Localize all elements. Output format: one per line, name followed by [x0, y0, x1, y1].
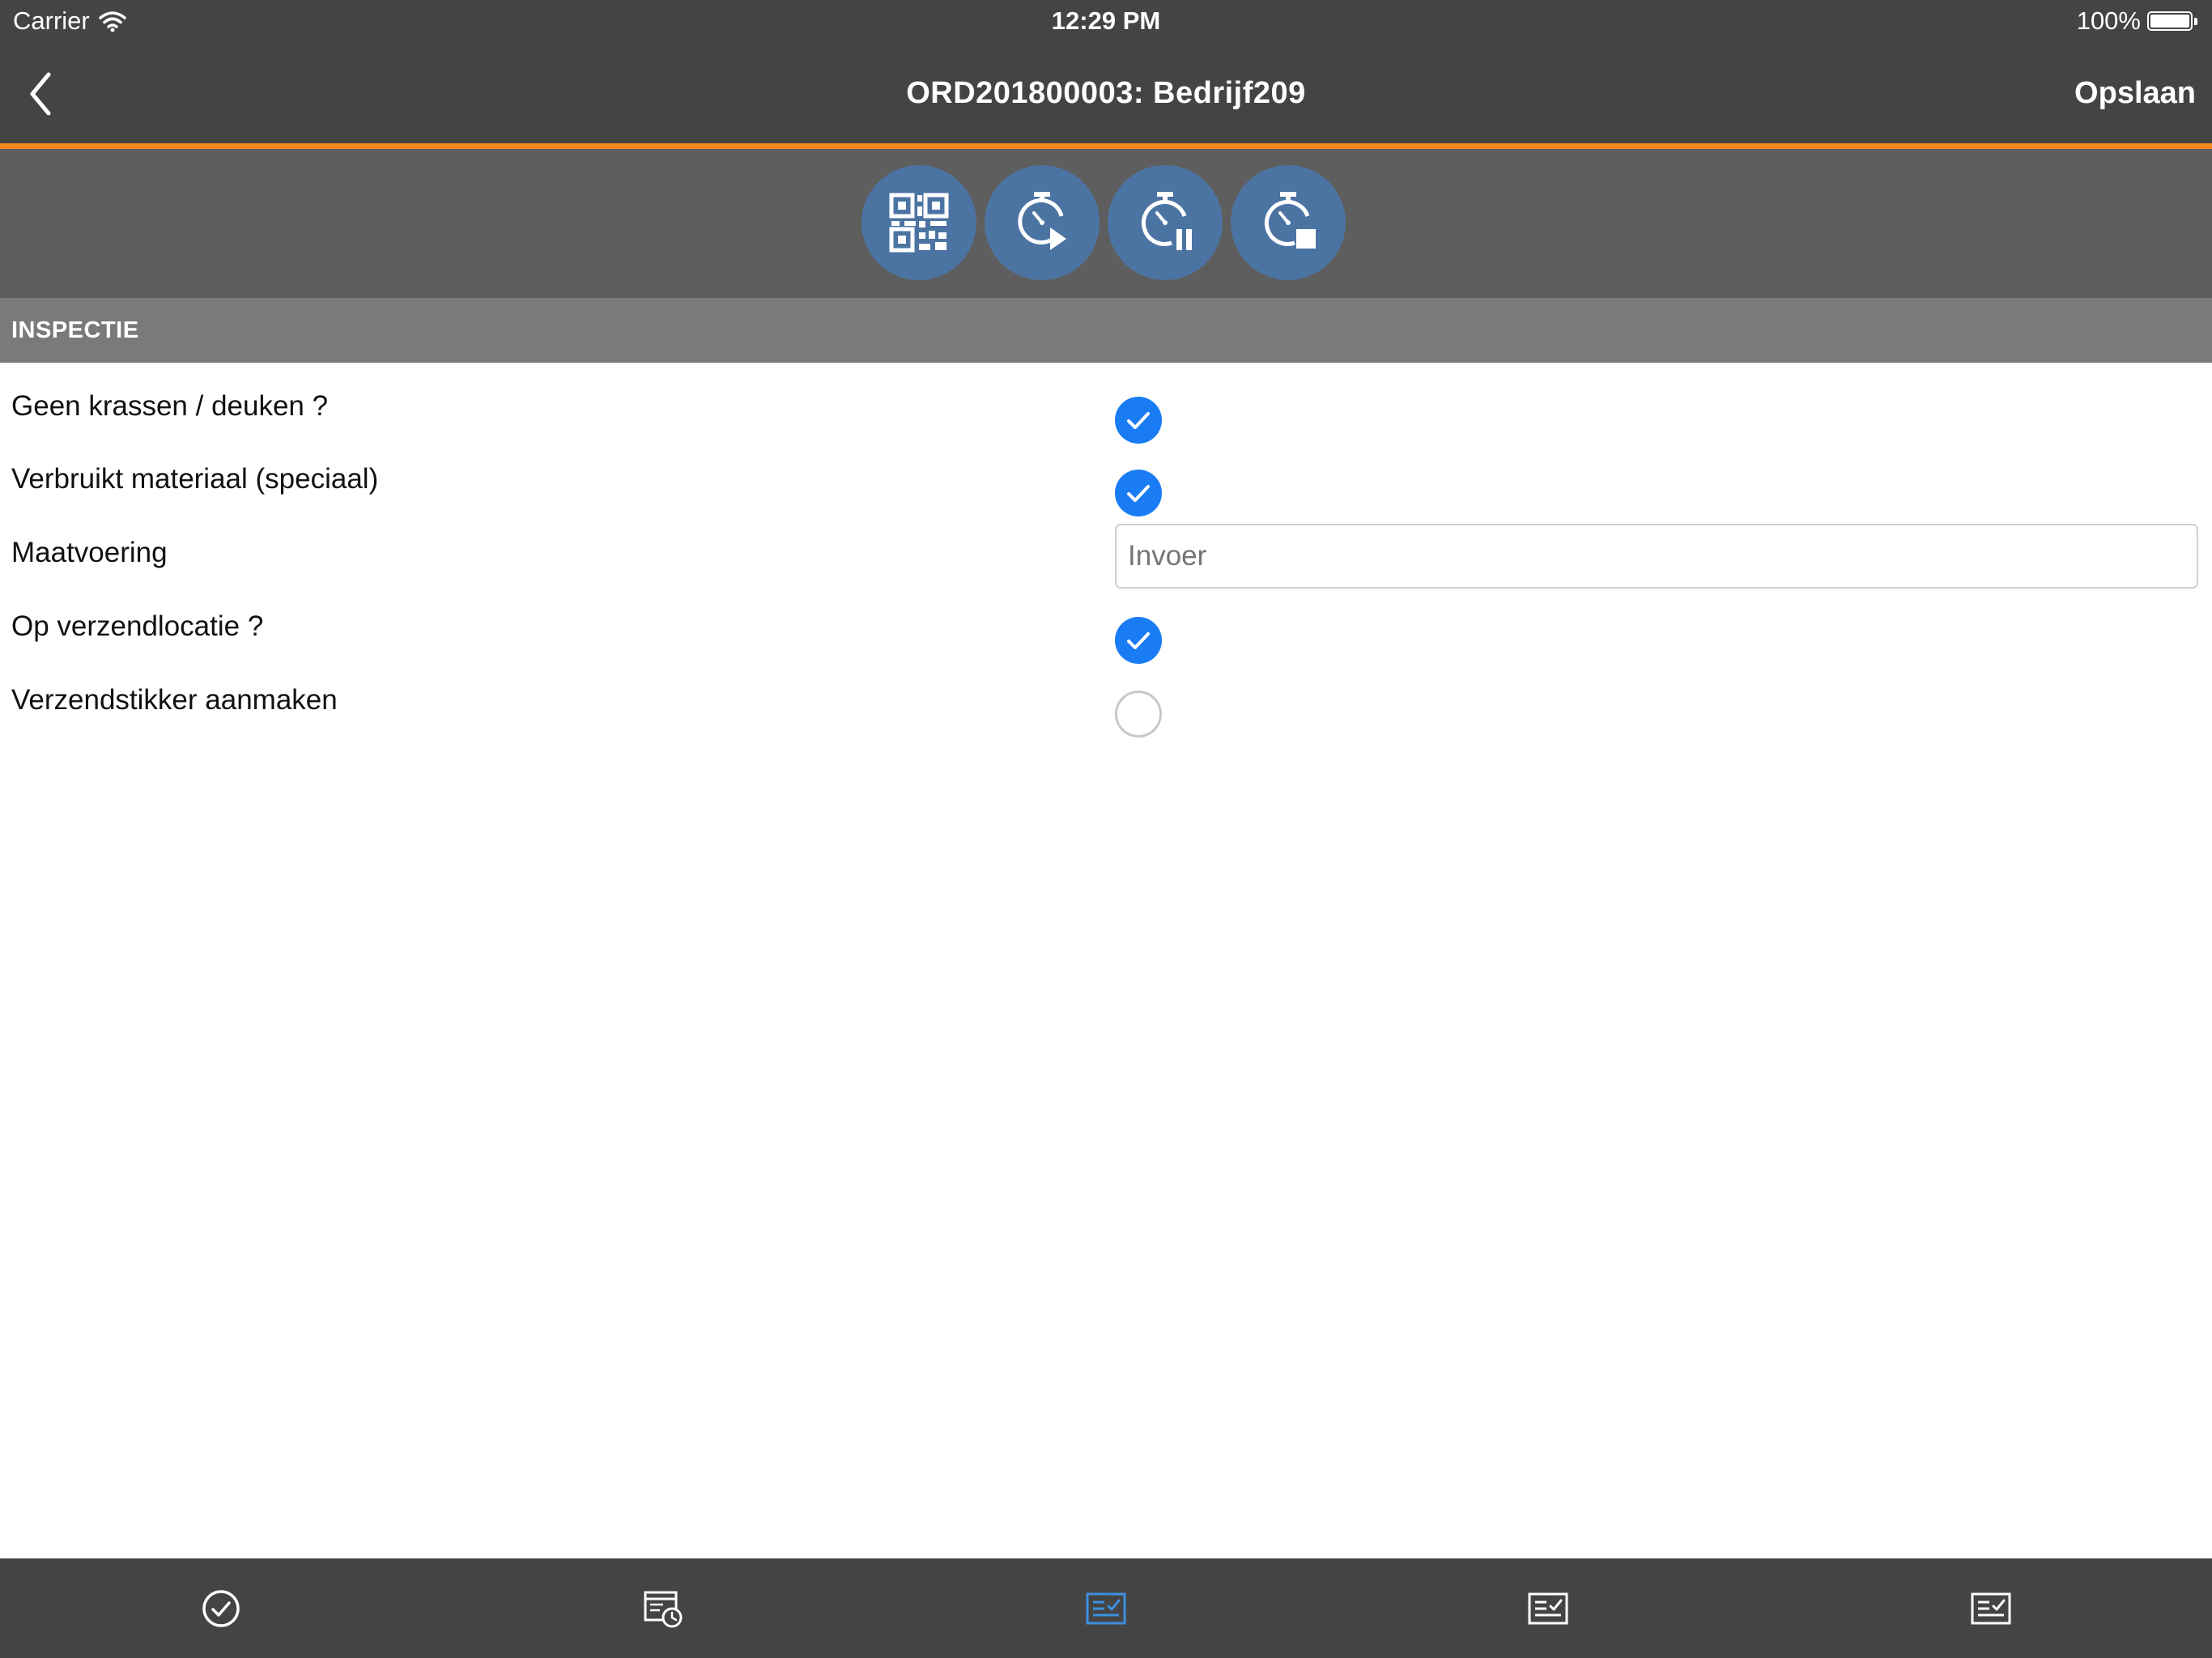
checklist-icon [1528, 1592, 1568, 1625]
qr-code-icon [889, 193, 949, 253]
stopwatch-start-icon [1018, 192, 1066, 250]
checkbox-geen-krassen[interactable] [1115, 397, 1162, 444]
maatvoering-input[interactable] [1115, 524, 2198, 589]
save-button[interactable]: Opslaan [2074, 76, 2196, 111]
form-label: Verbruikt materiaal (speciaal) [11, 463, 379, 495]
pause-timer-button[interactable] [1108, 165, 1223, 280]
tab-bar [0, 1558, 2212, 1658]
tab-5[interactable] [1770, 1558, 2212, 1658]
tab-2[interactable] [442, 1558, 884, 1658]
section-header: INSPECTIE [0, 298, 2212, 363]
status-battery-group: 100% [2077, 6, 2199, 36]
checkmark-icon [1127, 632, 1150, 649]
form-label: Maatvoering [11, 537, 168, 568]
form-label: Geen krassen / deuken ? [11, 390, 329, 422]
start-timer-button[interactable] [985, 165, 1100, 280]
battery-icon [2147, 10, 2199, 32]
status-bar: Carrier 12:29 PM 100% [0, 0, 2212, 45]
section-title: INSPECTIE [11, 317, 139, 343]
checkmark-icon [1127, 485, 1150, 502]
checkmark-circle-icon [202, 1590, 240, 1627]
navigation-bar: ORD201800003: Bedrijf209 Opslaan [0, 45, 2212, 149]
form-label: Op verzendlocatie ? [11, 610, 264, 642]
status-time: 12:29 PM [1051, 6, 1161, 35]
form-row-verzendstikker: Verzendstikker aanmaken [0, 668, 2212, 741]
stopwatch-stop-icon [1264, 192, 1316, 249]
action-toolbar [0, 149, 2212, 298]
checkbox-op-verzendlocatie[interactable] [1115, 617, 1162, 664]
form-row-geen-krassen: Geen krassen / deuken ? [0, 374, 2212, 447]
checkbox-verbruikt-materiaal[interactable] [1115, 470, 1162, 517]
form-row-maatvoering: Maatvoering [0, 521, 2212, 593]
tab-3[interactable] [885, 1558, 1327, 1658]
stop-timer-button[interactable] [1231, 165, 1346, 280]
form-label: Verzendstikker aanmaken [11, 684, 338, 716]
form-row-verbruikt-materiaal: Verbruikt materiaal (speciaal) [0, 447, 2212, 520]
stopwatch-pause-icon [1141, 192, 1192, 250]
tab-4[interactable] [1327, 1558, 1769, 1658]
checkbox-verzendstikker[interactable] [1115, 691, 1162, 738]
calendar-clock-icon [644, 1591, 683, 1628]
scan-qr-button[interactable] [861, 165, 976, 280]
tab-1[interactable] [0, 1558, 442, 1658]
checklist-icon [1971, 1592, 2011, 1625]
form-row-op-verzendlocatie: Op verzendlocatie ? [0, 594, 2212, 667]
page-title: ORD201800003: Bedrijf209 [906, 76, 1306, 110]
battery-percentage: 100% [2076, 6, 2141, 35]
checkmark-icon [1127, 412, 1150, 429]
checklist-icon [1086, 1592, 1126, 1625]
